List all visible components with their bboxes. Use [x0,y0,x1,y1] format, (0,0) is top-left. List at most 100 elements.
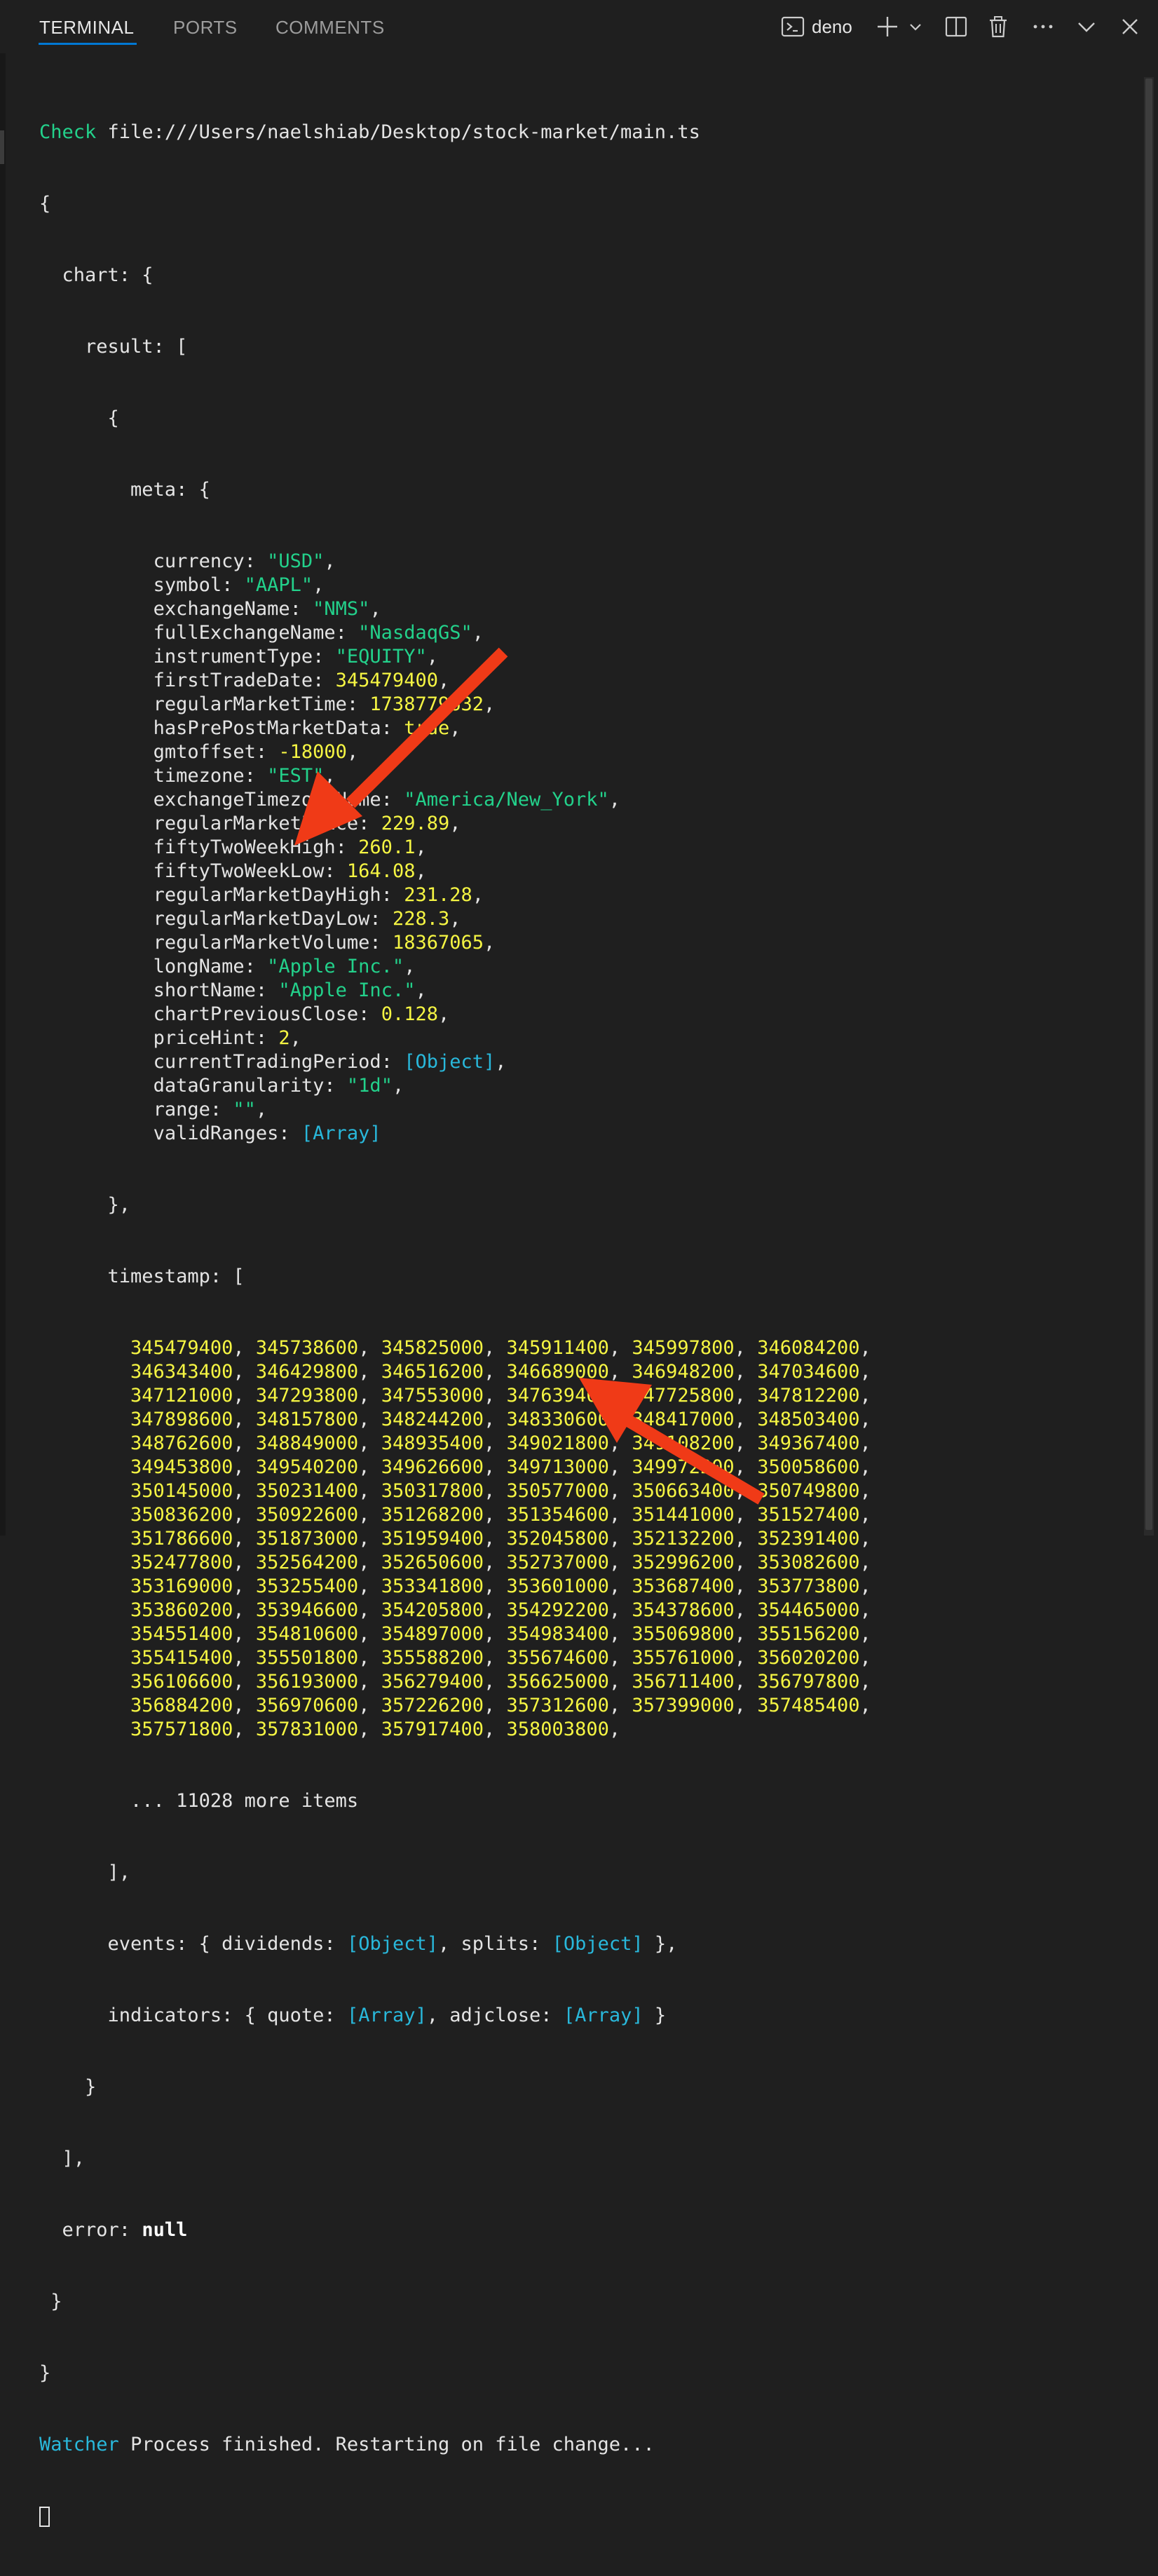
meta-line: regularMarketPrice: 229.89, [153,813,461,834]
terminal-line: ], [39,1862,131,1883]
timestamp-value: 357399000 [632,1695,735,1716]
meta-key: longName [153,956,245,977]
timestamp-value: 348417000 [632,1409,735,1430]
timestamp-value: 350577000 [506,1480,609,1502]
meta-key: regularMarketDayLow [153,908,370,930]
timestamp-value: 353082600 [757,1552,860,1573]
meta-line: chartPreviousClose: 0.128, [153,1003,450,1025]
timestamp-value: 357571800 [130,1719,233,1740]
terminal-line: Check file:///Users/naelshiab/Desktop/st… [39,121,871,144]
timestamp-value: 345997800 [632,1337,735,1359]
maximize-panel-button[interactable] [1072,11,1101,42]
terminal-line: ... 11028 more items [39,1789,871,1813]
timestamp-row: 350145000, 350231400, 350317800, 3505770… [130,1480,871,1502]
meta-value: 1738779632 [369,693,484,715]
adjclose-key: adjclose [449,2005,541,2026]
timestamp-value: 348330600 [506,1409,609,1430]
tab-comments[interactable]: COMMENTS [275,17,385,38]
meta-line: currency: "USD", [153,550,336,572]
trash-icon [986,15,1010,39]
panel-tab-bar: TERMINAL PORTS COMMENTS deno [0,0,1158,53]
meta-line: range: "", [153,1099,268,1120]
more-icon [1031,15,1055,39]
timestamp-value: 346429800 [255,1361,359,1383]
timestamp-value: 346343400 [130,1361,233,1383]
timestamp-value: 356970600 [255,1695,359,1716]
timestamp-value: 353601000 [506,1575,609,1597]
meta-line: symbol: "AAPL", [153,574,325,596]
timestamp-value: 353255400 [255,1575,359,1597]
terminal-line: } [39,2291,62,2312]
splits-key: splits [461,1933,530,1955]
timestamp-value: 350836200 [130,1504,233,1526]
terminal-line: ], [39,2148,86,2169]
meta-line: regularMarketVolume: 18367065, [153,932,496,954]
terminal-output[interactable]: Check file:///Users/naelshiab/Desktop/st… [39,73,871,2576]
meta-key: timezone [153,765,245,787]
timestamp-value: 345911400 [506,1337,609,1359]
check-path: file:///Users/naelshiab/Desktop/stock-ma… [107,121,700,143]
terminal-line: chart: { [39,264,154,286]
meta-value: 164.08 [346,860,416,882]
check-label: Check [39,121,97,143]
meta-line: shortName: "Apple Inc.", [153,979,427,1001]
adjclose-value: [Array] [563,2005,643,2026]
error-key: error [62,2219,119,2241]
timestamp-value: 347293800 [255,1385,359,1406]
timestamp-row: 347898600, 348157800, 348244200, 3483306… [130,1409,871,1430]
meta-key: instrumentType [153,646,313,667]
timestamp-row: 353860200, 353946600, 354205800, 3542922… [130,1599,871,1621]
indicators-key: indicators [107,2005,222,2026]
tab-terminal[interactable]: TERMINAL [39,17,134,38]
meta-value: 231.28 [404,884,472,906]
scrollbar-thumb[interactable] [1145,79,1152,1530]
timestamp-value: 350058600 [757,1456,860,1478]
timestamp-value: 346948200 [632,1361,735,1383]
meta-line: instrumentType: "EQUITY", [153,646,438,667]
watcher-message: Process finished. Restarting on file cha… [130,2434,655,2455]
timestamp-value: 356625000 [506,1671,609,1693]
meta-key: firstTradeDate [153,670,313,691]
timestamp-value: 355069800 [632,1623,735,1645]
kill-terminal-button[interactable] [984,11,1012,42]
meta-key: dataGranularity [153,1075,325,1097]
meta-key: regularMarketPrice [153,813,359,834]
timestamp-value: 355761000 [632,1647,735,1669]
terminal-line: timestamp: [ [39,1266,245,1287]
meta-line: fiftyTwoWeekHigh: 260.1, [153,836,427,858]
timestamp-value: 353946600 [255,1599,359,1621]
meta-key: validRanges [153,1123,279,1144]
timestamp-value: 352650600 [381,1552,484,1573]
close-panel-button[interactable] [1116,11,1144,42]
timestamp-value: 349021800 [506,1432,609,1454]
timestamp-value: 354983400 [506,1623,609,1645]
terminal-line: events: { dividends: [Object], splits: [… [107,1933,678,1955]
timestamp-value: 356193000 [255,1671,359,1693]
meta-key: gmtoffset [153,741,256,763]
timestamp-value: 354378600 [632,1599,735,1621]
split-terminal-button[interactable] [942,11,970,42]
timestamp-row: 356884200, 356970600, 357226200, 3573126… [130,1695,871,1716]
meta-key: fullExchangeName [153,622,336,644]
timestamp-value: 346084200 [757,1337,860,1359]
timestamp-value: 345825000 [381,1337,484,1359]
timestamp-value: 345479400 [130,1337,233,1359]
terminal-line: }, [39,1194,131,1216]
timestamp-value: 349626600 [381,1456,484,1478]
timestamp-value: 356020200 [757,1647,860,1669]
close-icon [1120,17,1140,36]
meta-line: firstTradeDate: 345479400, [153,670,450,691]
timestamp-value: 353687400 [632,1575,735,1597]
meta-lines: currency: "USD", symbol: "AAPL", exchang… [39,550,871,1146]
new-terminal-button[interactable] [873,11,901,42]
watcher-label: Watcher [39,2434,119,2455]
timestamp-value: 349540200 [255,1456,359,1478]
timestamp-lines: 345479400, 345738600, 345825000, 3459114… [39,1336,871,1742]
more-actions-button[interactable] [1028,11,1058,42]
timestamp-value: 357312600 [506,1695,609,1716]
terminal-shell-selector[interactable]: deno [781,11,873,42]
launch-profile-dropdown[interactable] [903,11,928,42]
timestamp-value: 355415400 [130,1647,233,1669]
meta-value: 345479400 [335,670,438,691]
tab-ports[interactable]: PORTS [173,17,238,38]
